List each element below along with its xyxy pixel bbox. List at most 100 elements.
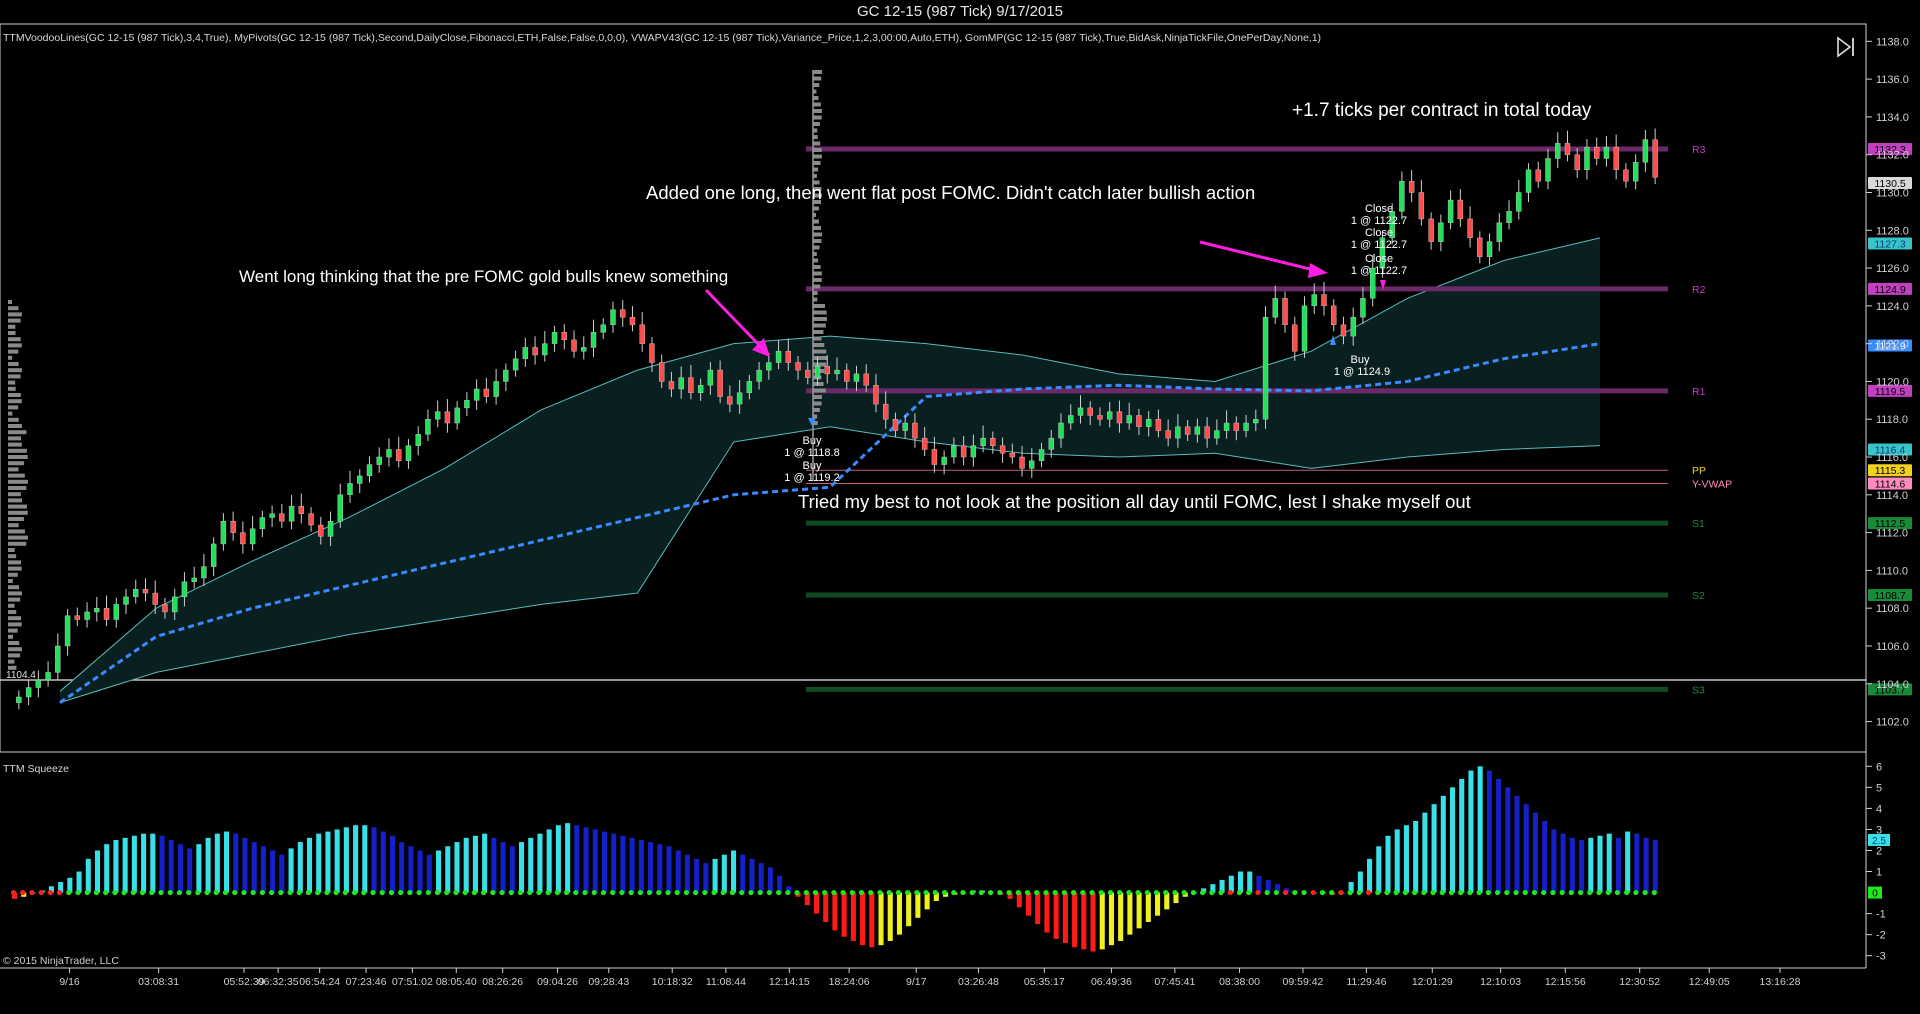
squeeze-bar <box>76 871 82 893</box>
candle-body <box>240 532 246 545</box>
candle-body <box>1301 305 1308 352</box>
squeeze-dot <box>333 889 339 896</box>
squeeze-bar <box>343 827 349 893</box>
squeeze-tick-label: 5 <box>1876 782 1882 794</box>
squeeze-bar <box>823 892 829 923</box>
squeeze-bar <box>1542 821 1548 893</box>
squeeze-dot <box>886 889 892 896</box>
squeeze-bar <box>472 835 478 893</box>
squeeze-dot <box>1356 889 1362 896</box>
squeeze-dot <box>674 889 680 896</box>
squeeze-dot <box>1117 889 1123 896</box>
squeeze-bar <box>1127 892 1133 935</box>
squeeze-dot <box>444 889 450 896</box>
price-chart[interactable]: R3R2R1PPY-VWAPS1S2S31132.31130.51127.311… <box>0 0 1920 1014</box>
squeeze-bar <box>1164 892 1170 910</box>
pivot-label: Y-VWAP <box>1692 478 1732 490</box>
squeeze-bar <box>436 850 442 893</box>
volume-bar <box>8 448 27 453</box>
squeeze-dot <box>1494 889 1501 896</box>
trade-label-action: Buy <box>803 460 822 472</box>
candle-body <box>45 672 51 681</box>
candle-body <box>84 611 90 620</box>
candle-body <box>1175 426 1181 439</box>
volume-bar <box>8 467 19 472</box>
candle-body <box>1574 154 1580 171</box>
price-flag-text: 1115.3 <box>1875 465 1906 477</box>
squeeze-dot <box>831 889 837 896</box>
annotation-went-long: Went long thinking that the pre FOMC gol… <box>239 267 728 286</box>
volume-bar <box>813 83 820 87</box>
squeeze-dot <box>1596 889 1602 896</box>
squeeze-bar <box>546 829 552 893</box>
squeeze-bar <box>1422 812 1428 893</box>
volume-bar <box>8 610 17 614</box>
candle-body <box>1564 143 1571 155</box>
price-tick-label: 1132.0 <box>1876 150 1909 162</box>
price-tick-label: 1122.0 <box>1876 339 1909 351</box>
candle-body <box>1642 139 1649 163</box>
candle-body <box>1107 411 1113 420</box>
squeeze-dot <box>1218 889 1224 896</box>
squeeze-bar <box>657 844 663 893</box>
candle-body <box>970 445 977 458</box>
squeeze-bar <box>150 833 156 893</box>
volume-bar <box>813 148 822 152</box>
candle-body <box>1194 426 1201 435</box>
squeeze-dot <box>1282 889 1289 896</box>
volume-bar <box>813 349 827 354</box>
squeeze-dot <box>167 889 173 896</box>
squeeze-dot <box>536 889 542 896</box>
candle-body <box>844 369 850 382</box>
volume-bar <box>813 317 827 321</box>
candle-body <box>688 377 694 393</box>
squeeze-dot <box>960 889 966 896</box>
volume-bar <box>8 541 27 546</box>
squeeze-dot <box>1467 889 1473 896</box>
price-tick-label: 1112.0 <box>1876 528 1908 540</box>
volume-bar <box>8 510 28 515</box>
volume-bar <box>8 479 28 484</box>
volume-bar <box>8 585 20 590</box>
squeeze-bar <box>1044 892 1050 933</box>
squeeze-dot <box>361 889 367 896</box>
pivot-label: PP <box>1692 465 1706 477</box>
squeeze-dot <box>1236 889 1243 896</box>
trade-label-action: Close <box>1365 203 1393 215</box>
candle-body <box>941 456 947 465</box>
volume-bar <box>813 401 822 406</box>
candle-body <box>1408 180 1415 193</box>
candle-body <box>1632 162 1639 182</box>
volume-bar <box>813 239 822 243</box>
volume-bar <box>8 362 19 366</box>
candle-body <box>980 437 986 446</box>
squeeze-bar <box>1357 871 1363 893</box>
candle-body <box>376 456 382 465</box>
squeeze-tick-label: 1 <box>1876 867 1882 879</box>
squeeze-dot <box>1448 889 1455 896</box>
time-tick-label: 06:49:36 <box>1091 976 1132 988</box>
squeeze-bar <box>270 850 276 893</box>
squeeze-dot <box>1200 889 1206 896</box>
volume-bar <box>8 659 15 664</box>
candle-body <box>434 411 441 420</box>
volume-bar <box>813 167 819 172</box>
volume-bar <box>813 226 822 230</box>
volume-bar <box>813 382 824 386</box>
price-flag-text: 1127.3 <box>1874 239 1905 251</box>
squeeze-bar <box>1459 778 1465 893</box>
candle-body <box>1068 415 1074 424</box>
candle-body <box>298 505 305 514</box>
candle-body <box>1311 294 1317 307</box>
time-tick-label: 12:15:56 <box>1545 976 1586 988</box>
candle-body <box>113 604 119 620</box>
candle-body <box>658 362 665 382</box>
time-tick-label: 12:49:05 <box>1689 976 1730 988</box>
candle-body <box>1603 146 1610 159</box>
squeeze-bar <box>1468 770 1474 893</box>
squeeze-dot <box>1107 889 1114 896</box>
squeeze-zero-text: 0 <box>1872 889 1878 900</box>
squeeze-dot <box>130 889 136 896</box>
candle-body <box>230 521 236 533</box>
squeeze-dot <box>47 889 53 896</box>
